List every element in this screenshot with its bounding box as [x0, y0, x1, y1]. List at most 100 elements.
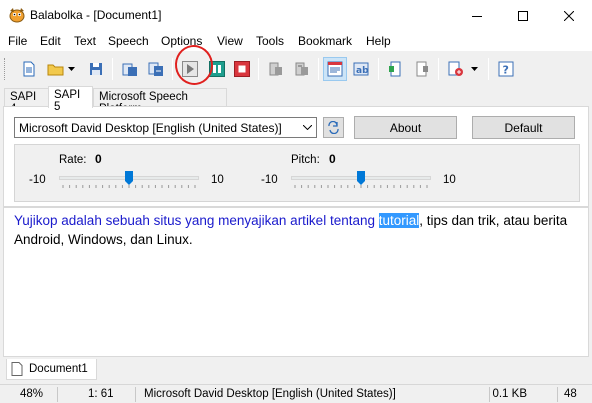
app-window: Balabolka - [Document1] File Edit Text S… — [0, 0, 592, 403]
tab-speech-platform[interactable]: Microsoft Speech Platform — [93, 88, 227, 115]
menu-view[interactable]: View — [217, 34, 243, 48]
open-folder-icon — [47, 64, 64, 76]
tab-sapi5[interactable]: SAPI 5 — [48, 86, 93, 113]
toolbar-separator — [258, 58, 259, 80]
help-button[interactable]: ? — [494, 57, 518, 81]
svg-text:?: ? — [503, 64, 509, 77]
speak-selection-button[interactable] — [290, 57, 314, 81]
toolbar-grip[interactable] — [4, 58, 7, 80]
menu-bookmark[interactable]: Bookmark — [298, 34, 352, 48]
voice-select-value: Microsoft David Desktop [English (United… — [19, 121, 282, 135]
stop-icon — [234, 61, 250, 77]
pitch-slider[interactable] — [291, 171, 431, 188]
pitch-value: 0 — [329, 152, 336, 166]
maximize-icon — [518, 10, 528, 21]
next-button[interactable] — [410, 57, 434, 81]
dropdown-arrow-icon — [67, 67, 75, 71]
minimize-button[interactable] — [454, 0, 500, 31]
status-size: 0.1 KB — [490, 387, 558, 402]
pitch-label: Pitch: — [291, 154, 320, 166]
engine-tabs: SAPI 4 SAPI 5 Microsoft Speech Platform — [0, 86, 592, 115]
pitch-max-label: 10 — [443, 174, 456, 186]
previous-button[interactable] — [384, 57, 408, 81]
close-button[interactable] — [546, 0, 592, 31]
next-icon — [416, 61, 428, 77]
slider-ticks — [62, 185, 196, 188]
spell-button[interactable] — [444, 57, 468, 81]
svg-text:ab: ab — [356, 66, 369, 76]
default-button[interactable]: Default — [472, 116, 575, 139]
batch-button[interactable] — [144, 57, 168, 81]
speak-clipboard-icon — [269, 62, 282, 76]
open-dropdown-button[interactable] — [64, 57, 78, 81]
spell-dropdown-button[interactable] — [467, 57, 481, 81]
batch-icon — [148, 62, 163, 76]
menu-help[interactable]: Help — [366, 34, 391, 48]
dropdown-arrow-icon — [470, 67, 478, 71]
menu-bar: File Edit Text Speech Options View Tools… — [0, 31, 592, 51]
slider-thumb[interactable] — [357, 171, 365, 185]
text-editor-icon — [327, 61, 343, 77]
prev-icon — [389, 61, 401, 77]
refresh-voices-button[interactable] — [323, 117, 344, 138]
dropdown-button[interactable] — [299, 118, 316, 137]
about-button[interactable]: About — [354, 116, 457, 139]
help-icon: ? — [498, 61, 514, 77]
toolbar: ab ? — [0, 53, 592, 85]
pitch-min-label: -10 — [261, 174, 278, 186]
speak-clipboard-button[interactable] — [264, 57, 288, 81]
menu-edit[interactable]: Edit — [40, 34, 61, 48]
text-editor[interactable]: Yujikop adalah sebuah situs yang menyaji… — [3, 207, 589, 357]
export-button[interactable] — [118, 57, 142, 81]
selected-word: tutorial — [378, 213, 420, 228]
status-position: 1: 61 — [58, 387, 136, 402]
spoken-text: Yujikop adalah sebuah situs yang menyaji… — [14, 213, 379, 228]
rate-pitch-group: Rate: 0 -10 10 Pitch: 0 -10 10 — [14, 144, 580, 202]
refresh-icon — [328, 121, 339, 134]
slider-ticks — [294, 185, 428, 188]
voice-select[interactable]: Microsoft David Desktop [English (United… — [14, 117, 317, 138]
minimize-icon — [472, 15, 482, 17]
document-tab-label: Document1 — [29, 363, 88, 375]
rate-value: 0 — [95, 152, 102, 166]
word-icon: ab — [353, 62, 369, 76]
speak-selection-icon — [295, 62, 308, 76]
voice-settings-panel: Microsoft David Desktop [English (United… — [3, 106, 589, 207]
status-voice: Microsoft David Desktop [English (United… — [136, 387, 490, 402]
tab-sapi4[interactable]: SAPI 4 — [4, 88, 49, 115]
text-editor-button[interactable] — [323, 57, 347, 81]
save-button[interactable] — [84, 57, 108, 81]
toolbar-separator — [112, 58, 113, 80]
rate-label: Rate: — [59, 154, 87, 166]
spell-icon — [448, 61, 463, 76]
menu-speech[interactable]: Speech — [108, 34, 149, 48]
stop-button[interactable] — [230, 57, 254, 81]
word-button[interactable]: ab — [349, 57, 373, 81]
document-icon — [11, 362, 23, 376]
close-icon — [564, 10, 574, 21]
rate-min-label: -10 — [29, 174, 46, 186]
status-bar: 48% 1: 61 Microsoft David Desktop [Engli… — [0, 384, 592, 403]
rate-slider[interactable] — [59, 171, 199, 188]
toolbar-separator — [318, 58, 319, 80]
export-icon — [122, 63, 137, 76]
menu-file[interactable]: File — [8, 34, 27, 48]
toolbar-separator — [438, 58, 439, 80]
rate-max-label: 10 — [211, 174, 224, 186]
status-extra: 48 — [564, 388, 577, 400]
status-zoom: 48% — [0, 387, 58, 402]
toolbar-separator — [378, 58, 379, 80]
document-tab[interactable]: Document1 — [6, 359, 97, 380]
new-document-button[interactable] — [17, 57, 41, 81]
slider-thumb[interactable] — [125, 171, 133, 185]
balabolka-app-icon — [9, 8, 25, 23]
menu-text[interactable]: Text — [74, 34, 96, 48]
window-title: Balabolka - [Document1] — [30, 8, 162, 22]
title-bar[interactable]: Balabolka - [Document1] — [0, 0, 592, 31]
save-icon — [90, 63, 102, 75]
toolbar-separator — [488, 58, 489, 80]
toolbar-separator — [172, 58, 173, 80]
maximize-button[interactable] — [500, 0, 546, 31]
document-tabs: Document1 — [0, 358, 592, 382]
menu-tools[interactable]: Tools — [256, 34, 284, 48]
